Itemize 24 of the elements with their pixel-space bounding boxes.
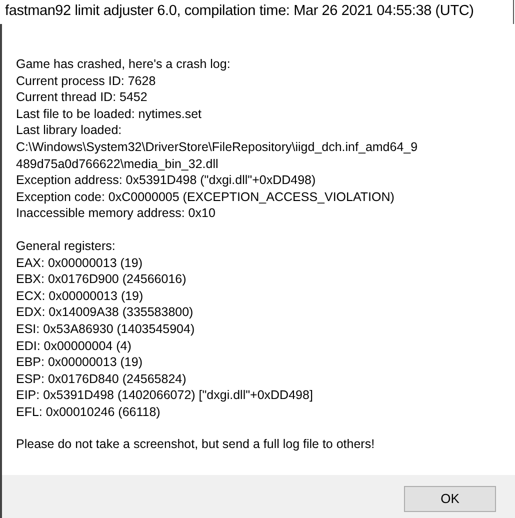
ok-button[interactable]: OK <box>404 486 496 512</box>
log-line: EBP: 0x00000013 (19) <box>16 354 144 371</box>
window-title: fastman92 limit adjuster 6.0, compilation time: Mar 26 2021 04:55:38 (UTC) <box>5 2 474 21</box>
log-line: EFL: 0x00010246 (66118) <box>16 404 162 420</box>
log-line: EDX: 0x14009A38 (335583800) <box>16 304 194 321</box>
log-line: EIP: 0x5391D498 (1402066072) ["dxgi.dll"+0xDD498] <box>16 387 314 404</box>
log-line: EDI: 0x00000004 (4) <box>16 338 132 354</box>
log-line: Exception code: 0xC0000005 (EXCEPTION_ACCESS_VIOLATION) <box>16 188 396 206</box>
log-line: ECX: 0x00000013 (19) <box>16 288 144 304</box>
log-line: General registers: <box>16 238 116 255</box>
log-line: Game has crashed, here's a crash log: <box>16 56 232 73</box>
log-line: EBX: 0x0176D900 (24566016) <box>16 271 188 288</box>
log-line: Current thread ID: 5452 <box>16 89 148 106</box>
log-line: Last library loaded: <box>16 122 123 139</box>
log-line: EAX: 0x00000013 (19) <box>16 254 144 272</box>
log-line: ESP: 0x0176D840 (24565824) <box>16 370 188 388</box>
log-line: 489d75a0d766622\media_bin_32.dll <box>16 156 220 172</box>
log-line: ESI: 0x53A86930 (1403545904) <box>16 320 196 338</box>
log-line: Please do not take a screenshot, but send a full log file to others! <box>16 436 376 454</box>
log-line: C:\Windows\System32\DriverStore\FileRepository\iigd_dch.inf_amd64_9 <box>16 138 419 156</box>
log-line: Exception address: 0x5391D498 ("dxgi.dll"+0xDD498) <box>16 172 317 189</box>
log-line: Last file to be loaded: nytimes.set <box>16 106 203 122</box>
log-line: Inaccessible memory address: 0x10 <box>16 205 216 222</box>
log-line: Current process ID: 7628 <box>16 72 157 90</box>
